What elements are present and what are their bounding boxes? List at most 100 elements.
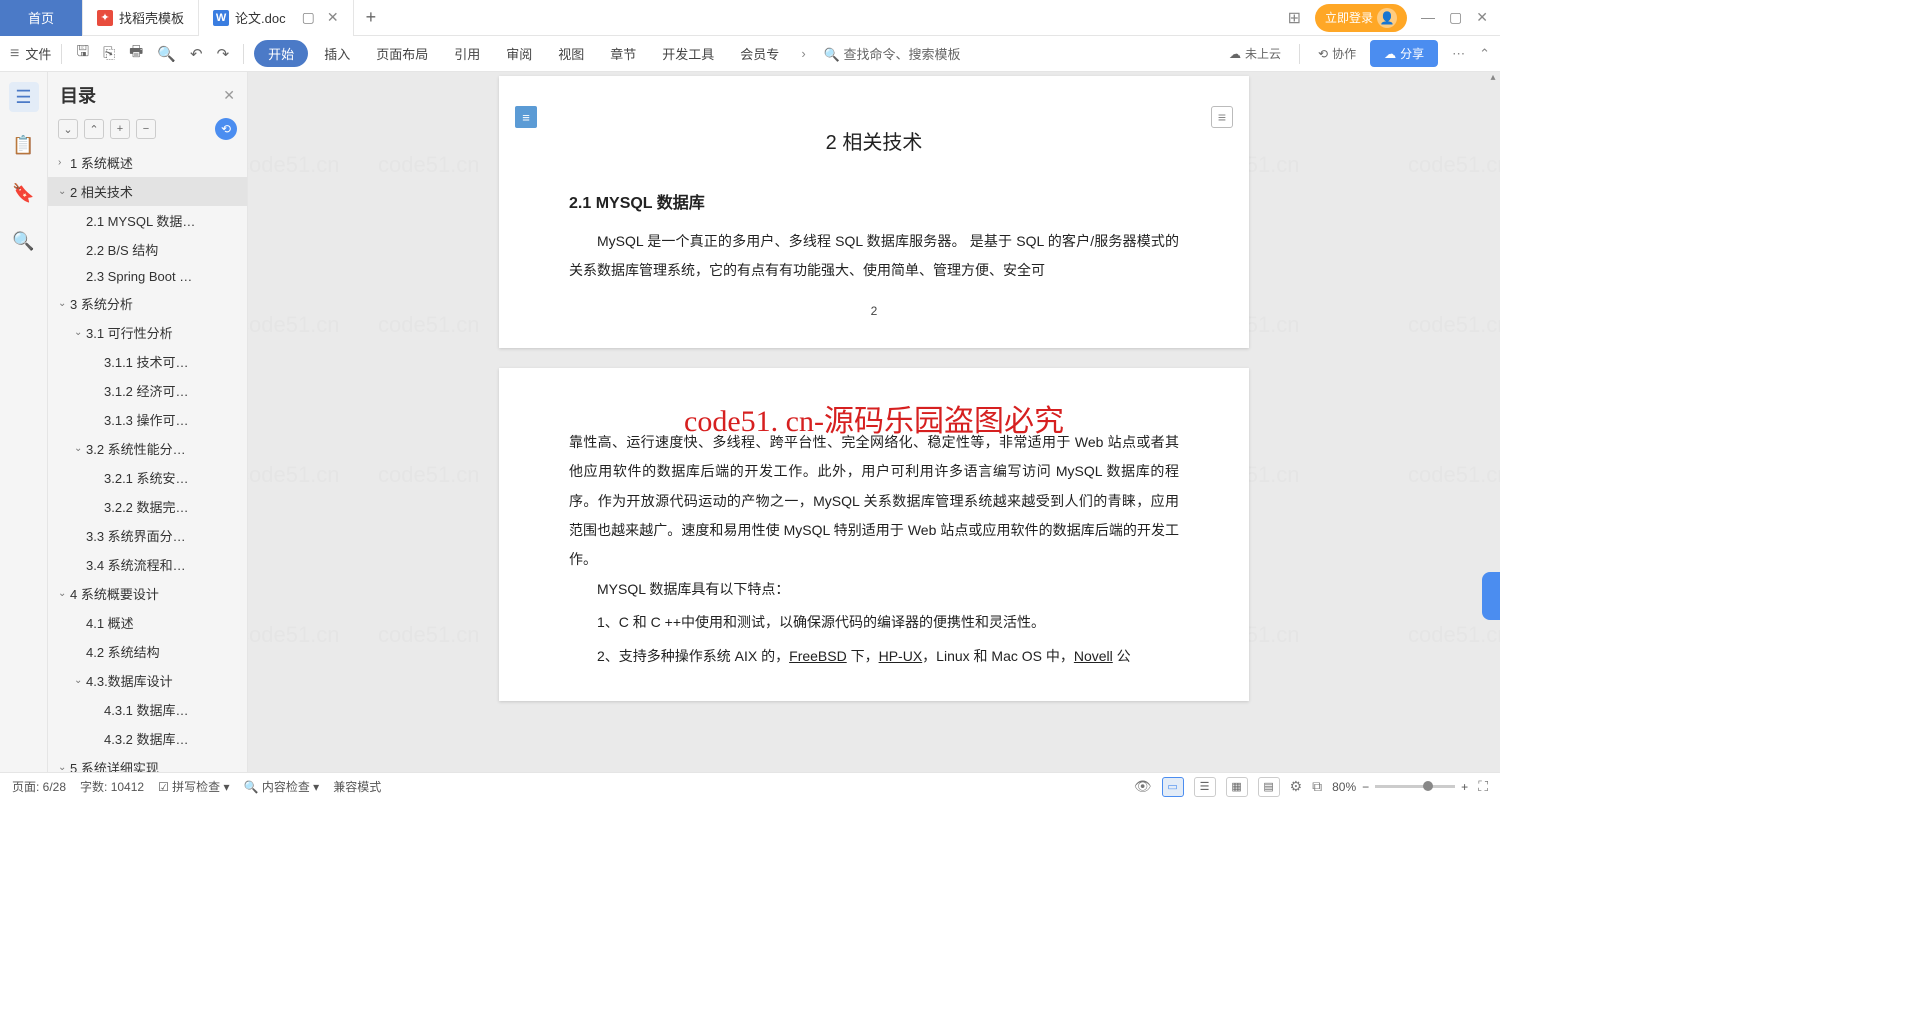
outline-item[interactable]: ⌄3.1 可行性分析: [48, 318, 247, 347]
zoom-control[interactable]: 80% − +: [1332, 780, 1468, 794]
iconstrip: ☰ 📋 🔖 🔍: [0, 72, 48, 772]
menu-more-icon[interactable]: ⋯: [1452, 46, 1465, 62]
bookmark-icon[interactable]: 🔖: [9, 178, 39, 208]
tab-close-icon[interactable]: ✕: [327, 9, 339, 26]
apps-icon[interactable]: ⊞: [1288, 8, 1301, 28]
main: ☰ 📋 🔖 🔍 目录 ✕ ⌄ ⌃ + − ⟲ ›1 系统概述⌄2 相关技术2.1…: [0, 72, 1500, 772]
outline-add-icon[interactable]: +: [110, 119, 130, 139]
outline-item[interactable]: 4.2 系统结构: [48, 637, 247, 666]
outline-item[interactable]: 4.3.1 数据库…: [48, 695, 247, 724]
status-page[interactable]: 页面: 6/28: [12, 778, 66, 795]
outline-item[interactable]: 3.1.2 经济可…: [48, 376, 247, 405]
save-icon[interactable]: 🖫: [72, 41, 93, 66]
fullscreen-icon[interactable]: ⛶: [1478, 778, 1488, 795]
menu-file[interactable]: 文件: [25, 44, 51, 63]
preview-icon[interactable]: 🔍: [153, 45, 180, 63]
share-button[interactable]: ☁ 分享: [1370, 40, 1438, 67]
outline-item[interactable]: 3.1.1 技术可…: [48, 347, 247, 376]
outline-item[interactable]: 3.4 系统流程和…: [48, 550, 247, 579]
outline-view-icon[interactable]: ☰: [9, 82, 39, 112]
page: ≡ ≡ 2 相关技术 2.1 MYSQL 数据库 MySQL 是一个真正的多用户…: [499, 76, 1249, 348]
close-icon[interactable]: ✕: [1476, 9, 1488, 26]
outline-item[interactable]: ›1 系统概述: [48, 148, 247, 177]
cloud-status[interactable]: ☁ 未上云: [1229, 45, 1281, 62]
menu-devtools[interactable]: 开发工具: [652, 44, 724, 63]
outline-item[interactable]: ⌄4 系统概要设计: [48, 579, 247, 608]
menu-collapse-icon[interactable]: ⌃: [1479, 46, 1490, 62]
outline-sync-icon[interactable]: ⟲: [215, 118, 237, 140]
menu-insert[interactable]: 插入: [314, 44, 360, 63]
page: 靠性高、运行速度快、多线程、跨平台性、完全网络化、稳定性等，非常适用于 Web …: [499, 368, 1249, 701]
settings-icon[interactable]: ⚙: [1290, 778, 1303, 795]
outline-item[interactable]: ⌄4.3.数据库设计: [48, 666, 247, 695]
maximize-icon[interactable]: ▢: [1449, 9, 1462, 26]
menu-scroll-right-icon[interactable]: ›: [795, 46, 811, 61]
outline-remove-icon[interactable]: −: [136, 119, 156, 139]
menu-reference[interactable]: 引用: [444, 44, 490, 63]
outline-item[interactable]: ⌄3 系统分析: [48, 289, 247, 318]
menu-view[interactable]: 视图: [548, 44, 594, 63]
side-handle[interactable]: [1482, 572, 1500, 620]
login-button[interactable]: 立即登录 👤: [1315, 4, 1407, 32]
scroll-up-icon[interactable]: ▴: [1486, 72, 1500, 86]
outline-expand-all-icon[interactable]: ⌃: [84, 119, 104, 139]
outline-item[interactable]: ⌄2 相关技术: [48, 177, 247, 206]
tab-window-icon[interactable]: ▢: [302, 9, 315, 26]
view-page-icon[interactable]: ▭: [1162, 777, 1184, 797]
outline-item[interactable]: 3.2.2 数据完…: [48, 492, 247, 521]
ruler-icon[interactable]: ⧉: [1312, 778, 1322, 795]
outline-item[interactable]: 4.1 概述: [48, 608, 247, 637]
outline-item[interactable]: 2.1 MYSQL 数据…: [48, 206, 247, 235]
paragraph: MYSQL 数据库具有以下特点：: [569, 575, 1179, 604]
outline-tree: ›1 系统概述⌄2 相关技术2.1 MYSQL 数据…2.2 B/S 结构2.3…: [48, 148, 247, 772]
page-options-icon[interactable]: ≡: [1211, 106, 1233, 128]
clipboard-icon[interactable]: 📋: [9, 130, 39, 160]
zoom-value: 80%: [1332, 780, 1356, 794]
page-tool-icon[interactable]: ≡: [515, 106, 537, 128]
menu-chapter[interactable]: 章节: [600, 44, 646, 63]
hamburger-icon[interactable]: ≡: [10, 45, 19, 63]
menu-layout[interactable]: 页面布局: [366, 44, 438, 63]
outline-item[interactable]: 3.2.1 系统安…: [48, 463, 247, 492]
menubar: ≡ 文件 🖫 ⎘ 🖶 🔍 ↶ ↷ 开始 插入 页面布局 引用 审阅 视图 章节 …: [0, 36, 1500, 72]
menu-review[interactable]: 审阅: [496, 44, 542, 63]
undo-icon[interactable]: ↶: [186, 45, 207, 63]
tab-home[interactable]: 首页: [0, 0, 83, 36]
tab-document[interactable]: W 论文.doc ▢ ✕: [199, 0, 354, 36]
zoom-in-icon[interactable]: +: [1461, 780, 1468, 794]
menu-search[interactable]: 🔍 查找命令、搜索模板: [824, 44, 961, 63]
menu-member[interactable]: 会员专: [730, 44, 789, 63]
new-tab-button[interactable]: +: [354, 7, 389, 28]
view-read-icon[interactable]: ▤: [1258, 777, 1280, 797]
eye-icon[interactable]: 👁: [1134, 778, 1152, 795]
menu-start[interactable]: 开始: [254, 40, 308, 67]
outline-close-icon[interactable]: ✕: [223, 87, 235, 104]
outline-item[interactable]: 3.3 系统界面分…: [48, 521, 247, 550]
status-words[interactable]: 字数: 10412: [80, 778, 144, 795]
status-spellcheck[interactable]: ☑ 拼写检查 ▾: [158, 778, 229, 795]
view-outline-icon[interactable]: ☰: [1194, 777, 1216, 797]
zoom-slider[interactable]: [1375, 785, 1455, 788]
outline-item[interactable]: 3.1.3 操作可…: [48, 405, 247, 434]
status-contentcheck[interactable]: 🔍 内容检查 ▾: [244, 778, 320, 795]
outline-item[interactable]: 2.3 Spring Boot …: [48, 264, 247, 289]
document-area[interactable]: code51.cncode51.cncode51.cncode51.cncode…: [248, 72, 1500, 772]
view-web-icon[interactable]: ▦: [1226, 777, 1248, 797]
page-number: 2: [569, 304, 1179, 318]
outline-item[interactable]: 4.3.2 数据库…: [48, 724, 247, 753]
redo-icon[interactable]: ↷: [213, 45, 234, 63]
tab-templates[interactable]: ✦ 找稻壳模板: [83, 0, 199, 36]
minimize-icon[interactable]: ―: [1421, 9, 1435, 26]
outline-collapse-all-icon[interactable]: ⌄: [58, 119, 78, 139]
outline-item[interactable]: ⌄3.2 系统性能分…: [48, 434, 247, 463]
search-icon[interactable]: 🔍: [9, 226, 39, 256]
outline-item[interactable]: 2.2 B/S 结构: [48, 235, 247, 264]
collab-button[interactable]: ⟲ 协作: [1318, 45, 1356, 62]
titlebar: 首页 ✦ 找稻壳模板 W 论文.doc ▢ ✕ + ⊞ 立即登录 👤 ― ▢ ✕: [0, 0, 1500, 36]
status-compat: 兼容模式: [333, 778, 381, 795]
statusbar: 页面: 6/28 字数: 10412 ☑ 拼写检查 ▾ 🔍 内容检查 ▾ 兼容模…: [0, 772, 1500, 800]
outline-item[interactable]: ⌄5 系统详细实现: [48, 753, 247, 772]
saveas-icon[interactable]: ⎘: [99, 45, 119, 62]
print-icon[interactable]: 🖶: [125, 41, 147, 66]
zoom-out-icon[interactable]: −: [1362, 780, 1369, 794]
